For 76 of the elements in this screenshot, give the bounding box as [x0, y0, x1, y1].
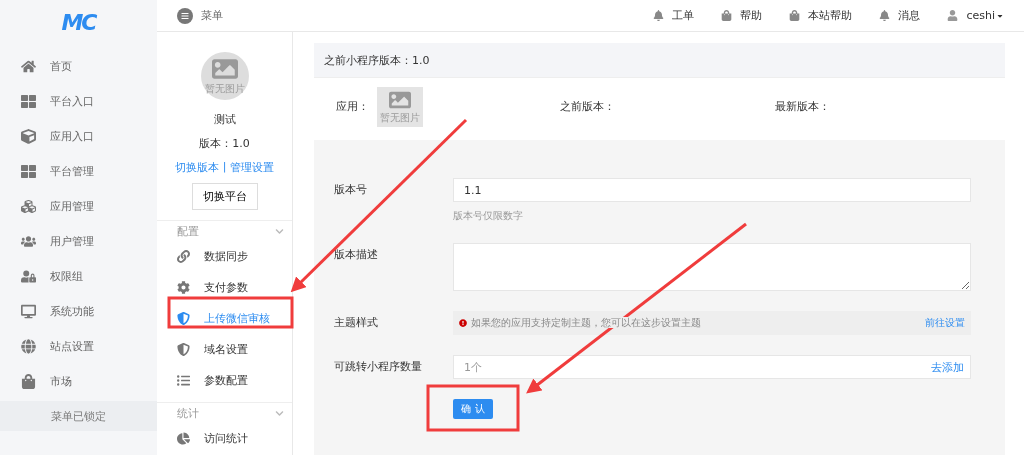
app-label: 应用：: [336, 99, 369, 114]
section-title: 统计: [177, 405, 199, 421]
submenu-item[interactable]: 上传微信审核: [157, 303, 292, 334]
nav-item[interactable]: 站点设置: [0, 329, 157, 364]
bag-icon: [721, 10, 733, 21]
go-settings-link[interactable]: 前往设置: [925, 316, 965, 330]
gear-icon: [177, 281, 190, 294]
jump-count-field[interactable]: 1个 去添加: [453, 355, 971, 379]
user-lock-icon: [21, 269, 36, 284]
app-name: 测试: [213, 112, 236, 127]
image-caption: 暂无图片: [204, 82, 245, 96]
user-menu[interactable]: ceshi: [947, 9, 1004, 22]
nav-item[interactable]: 市场: [0, 364, 157, 399]
field-hint: 版本号仅限数字: [453, 209, 524, 223]
image-placeholder-icon: [211, 56, 238, 82]
pie-chart-icon: [177, 432, 190, 445]
version-input[interactable]: 1.1: [453, 178, 971, 202]
globe-icon: [21, 339, 36, 354]
app-version: 版本：1.0: [199, 136, 250, 151]
submenu-item[interactable]: 数据同步: [157, 241, 292, 272]
submenu-item[interactable]: 支付参数: [157, 272, 292, 303]
submenu-item[interactable]: 参数配置: [157, 365, 292, 396]
bell-icon: [879, 10, 891, 21]
nav-item[interactable]: 应用入口: [0, 119, 157, 154]
latest-version-label: 最新版本：: [775, 99, 830, 114]
nav-item[interactable]: 首页: [0, 49, 157, 84]
monitor-icon: [21, 304, 36, 319]
add-link[interactable]: 去添加: [931, 359, 964, 375]
grid-icon: [21, 94, 36, 109]
top-link[interactable]: 消息: [879, 8, 921, 23]
link-separator: |: [222, 160, 227, 175]
chevron-icon[interactable]: [275, 226, 284, 236]
grid-icon: [21, 164, 36, 179]
top-link[interactable]: 工单: [653, 8, 695, 23]
nav-item[interactable]: 系统功能: [0, 294, 157, 329]
nav-item[interactable]: 平台入口: [0, 84, 157, 119]
previous-version-label: 之前版本：: [560, 99, 615, 114]
submenu-item[interactable]: 域名设置: [157, 334, 292, 365]
top-link[interactable]: 本站帮助: [789, 8, 853, 23]
field-label: 版本号: [334, 182, 368, 198]
list-icon: [177, 374, 190, 387]
menu-toggle[interactable]: 菜单: [177, 7, 223, 24]
version-header: 之前小程序版本：1.0: [314, 43, 1005, 78]
logo: MC: [60, 9, 98, 37]
nav-item[interactable]: 平台管理: [0, 154, 157, 189]
section-title: 配置: [177, 223, 199, 239]
nav-item[interactable]: 用户管理: [0, 224, 157, 259]
switch-platform-button[interactable]: 切换平台: [191, 183, 258, 210]
field-label: 主题样式: [334, 315, 379, 331]
house-icon: [21, 59, 36, 74]
nav-item[interactable]: 权限组: [0, 259, 157, 294]
field-label: 可跳转小程序数量: [334, 359, 423, 375]
description-input[interactable]: [453, 243, 971, 291]
submenu-item[interactable]: 访问统计: [157, 423, 292, 454]
warning-icon: [459, 319, 467, 327]
bag-icon: [789, 10, 801, 21]
confirm-button[interactable]: 确 认: [453, 399, 493, 419]
menu-icon: [181, 11, 189, 20]
shield-icon: [177, 343, 190, 356]
users-icon: [21, 234, 36, 249]
manage-settings-link[interactable]: 管理设置: [230, 160, 275, 175]
notice-text: 如果您的应用支持定制主题，您可以在这步设置主题: [471, 317, 701, 328]
field-label: 版本描述: [334, 247, 379, 263]
menu-lock-bar[interactable]: 菜单已锁定: [0, 401, 157, 431]
cube-icon: [21, 129, 36, 144]
user-icon: [947, 10, 959, 21]
link-icon: [177, 250, 190, 263]
nav-item[interactable]: 应用管理: [0, 189, 157, 224]
image-caption: 暂无图片: [380, 110, 420, 125]
cubes-icon: [21, 199, 36, 214]
chevron-icon[interactable]: [275, 408, 284, 418]
top-link[interactable]: 帮助: [721, 8, 763, 23]
bag-icon: [21, 374, 36, 389]
switch-version-link[interactable]: 切换版本: [174, 160, 219, 175]
bell-icon: [653, 10, 665, 21]
shield-icon: [177, 312, 190, 325]
